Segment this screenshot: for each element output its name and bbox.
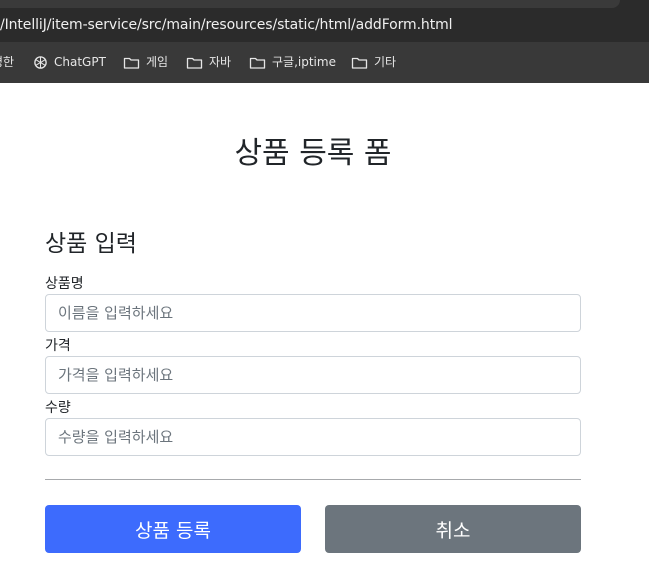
bookmarks-bar: 명한 ChatGPT 게임 자바 구글 [0, 42, 649, 83]
bookmark-label: 명한 [0, 55, 15, 69]
bookmark-chatgpt[interactable]: ChatGPT [33, 42, 106, 83]
bookmark-label: ChatGPT [54, 55, 106, 69]
cancel-button[interactable]: 취소 [325, 505, 581, 553]
section-title: 상품 입력 [45, 231, 137, 257]
folder-icon [249, 56, 266, 70]
address-bar-url[interactable]: /IntelliJ/item-service/src/main/resource… [0, 8, 453, 42]
bookmark-folder-etc[interactable]: 기타 [351, 42, 396, 83]
item-name-label: 상품명 [45, 276, 84, 292]
bookmark-label: 기타 [374, 55, 397, 69]
address-bar[interactable]: /IntelliJ/item-service/src/main/resource… [0, 8, 649, 42]
quantity-input[interactable] [45, 418, 581, 456]
form-divider [45, 479, 581, 480]
bookmark-folder-java[interactable]: 자바 [186, 42, 231, 83]
browser-tab-strip [0, 0, 649, 8]
page-title: 상품 등록 폼 [234, 136, 392, 171]
bookmark-folder-google-iptime[interactable]: 구글,iptime [249, 42, 336, 83]
folder-icon [123, 56, 140, 70]
bookmark-label: 자바 [209, 55, 232, 69]
bookmark-folder-game[interactable]: 게임 [123, 42, 168, 83]
bookmark-label: 게임 [146, 55, 169, 69]
price-input[interactable] [45, 356, 581, 394]
item-name-input[interactable] [45, 294, 581, 332]
folder-icon [351, 56, 368, 70]
bookmark-item-1[interactable]: 명한 [0, 42, 14, 83]
chatgpt-icon [33, 55, 48, 70]
submit-item-button[interactable]: 상품 등록 [45, 505, 301, 553]
quantity-label: 수량 [45, 400, 71, 416]
price-label: 가격 [45, 338, 71, 354]
bookmark-label: 구글,iptime [272, 55, 336, 69]
active-tab-edge [0, 0, 620, 8]
folder-icon [186, 56, 203, 70]
